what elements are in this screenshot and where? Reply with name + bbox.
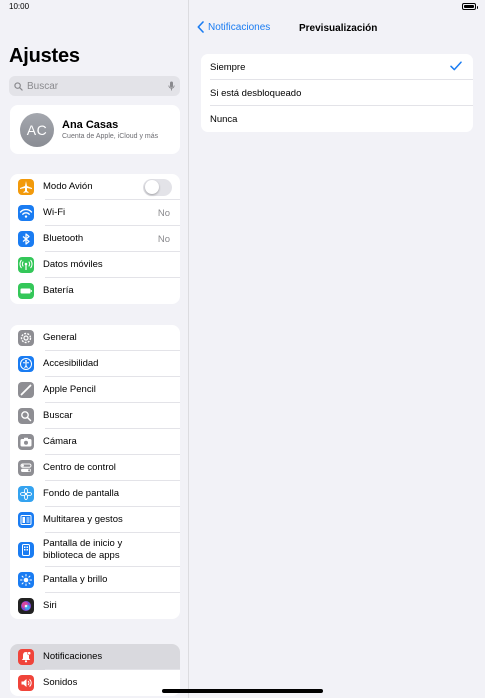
sidebar-item-bluetooth[interactable]: Bluetooth No xyxy=(10,226,180,252)
detail-pane: Notificaciones Previsualización Siempre S… xyxy=(190,0,485,698)
sidebar-item-datos-moviles[interactable]: Datos móviles xyxy=(10,252,180,278)
sidebar-item-siri[interactable]: Siri xyxy=(10,593,180,619)
antenna-icon xyxy=(18,257,34,273)
sidebar-item-multitarea-y-gestos[interactable]: Multitarea y gestos xyxy=(10,507,180,533)
sidebar-item-label: Pantalla y brillo xyxy=(43,574,108,585)
sun-icon xyxy=(18,572,34,588)
switches-icon xyxy=(18,460,34,476)
sidebar-item-label: Modo Avión xyxy=(43,181,93,192)
sidebar-item-label: Apple Pencil xyxy=(43,384,96,395)
sidebar-item-label: Pantalla de inicio y biblioteca de apps xyxy=(43,538,123,561)
search-icon xyxy=(14,81,23,91)
wifi-icon xyxy=(18,205,34,221)
option-nunca[interactable]: Nunca xyxy=(201,106,473,132)
battery-status-icon xyxy=(462,3,478,10)
sidebar-item-value: No xyxy=(157,207,170,219)
sidebar-item-label: Bluetooth xyxy=(43,233,84,244)
sidebar-item-buscar[interactable]: Buscar xyxy=(10,403,180,429)
home-screen-icon xyxy=(18,542,34,558)
profile-subtitle: Cuenta de Apple, iCloud y más xyxy=(62,133,159,140)
airplane-icon xyxy=(18,179,34,195)
status-time: 10:00 xyxy=(9,2,30,11)
bluetooth-icon xyxy=(18,231,34,247)
option-si-esta-desbloqueado[interactable]: Si está desbloqueado xyxy=(201,80,473,106)
battery-icon xyxy=(18,283,34,299)
search-icon xyxy=(18,408,34,424)
search-placeholder: Buscar xyxy=(27,80,59,92)
sidebar-item-label: Buscar xyxy=(43,410,73,421)
option-siempre[interactable]: Siempre xyxy=(201,54,473,80)
multitask-icon xyxy=(18,512,34,528)
search-field[interactable]: Buscar xyxy=(9,76,180,96)
sidebar-item-modo-avion[interactable]: Modo Avión xyxy=(10,174,180,200)
gear-icon xyxy=(18,330,34,346)
settings-group-general: General Accesibilidad Apple Pencil Buscar Cá… xyxy=(10,325,180,619)
nav-bar: Notificaciones Previsualización xyxy=(190,16,485,42)
sidebar-item-label: Multitarea y gestos xyxy=(43,514,123,525)
sidebar-item-label: General xyxy=(43,332,77,343)
avatar: AC xyxy=(20,112,54,147)
flower-icon xyxy=(18,486,34,502)
sidebar-item-accesibilidad[interactable]: Accesibilidad xyxy=(10,351,180,377)
profile-name: Ana Casas xyxy=(62,119,119,131)
sidebar-item-centro-de-control[interactable]: Centro de control xyxy=(10,455,180,481)
microphone-icon[interactable] xyxy=(168,81,175,91)
pencil-icon xyxy=(18,382,34,398)
option-label: Nunca xyxy=(210,113,238,125)
camera-icon xyxy=(18,434,34,450)
sidebar-item-label: Sonidos xyxy=(43,677,78,688)
speaker-icon xyxy=(18,675,34,691)
profile-card[interactable]: AC Ana Casas Cuenta de Apple, iCloud y m… xyxy=(10,105,180,154)
sidebar-item-sonidos[interactable]: Sonidos xyxy=(10,670,180,696)
sidebar-item-label: Siri xyxy=(43,600,57,611)
chevron-left-icon xyxy=(197,21,204,33)
back-button[interactable]: Notificaciones xyxy=(197,21,270,33)
sidebar-item-label: Batería xyxy=(43,285,74,296)
sidebar-item-label: Accesibilidad xyxy=(43,358,99,369)
sidebar-item-label: Notificaciones xyxy=(43,651,103,662)
sidebar-item-general[interactable]: General xyxy=(10,325,180,351)
sidebar-item-pantalla-y-brillo[interactable]: Pantalla y brillo xyxy=(10,567,180,593)
status-bar: 10:00 xyxy=(0,0,485,14)
sidebar-item-label: Wi-Fi xyxy=(43,207,66,218)
settings-group-notifications: Notificaciones Sonidos xyxy=(10,644,180,696)
sidebar-item-label: Datos móviles xyxy=(43,259,103,270)
sidebar-item-fondo-de-pantalla[interactable]: Fondo de pantalla xyxy=(10,481,180,507)
sidebar-item-value: No xyxy=(157,233,170,245)
preview-options-list: Siempre Si está desbloqueado Nunca xyxy=(201,54,473,132)
back-button-label: Notificaciones xyxy=(208,21,271,33)
checkmark-icon xyxy=(450,60,462,74)
settings-group-connectivity: Modo Avión Wi-Fi No Bluetooth No Datos móvile… xyxy=(10,174,180,304)
bell-icon xyxy=(18,649,34,665)
sidebar-item-label: Cámara xyxy=(43,436,77,447)
sidebar-item-apple-pencil[interactable]: Apple Pencil xyxy=(10,377,180,403)
siri-icon xyxy=(18,598,34,614)
accessibility-icon xyxy=(18,356,34,372)
page-title: Previsualización xyxy=(299,23,378,34)
option-label: Siempre xyxy=(210,61,246,73)
sidebar-item-label: Centro de control xyxy=(43,462,116,473)
sidebar-item-camara[interactable]: Cámara xyxy=(10,429,180,455)
sidebar-item-label: Fondo de pantalla xyxy=(43,488,120,499)
home-indicator[interactable] xyxy=(162,689,323,693)
sidebar-item-wi-fi[interactable]: Wi-Fi No xyxy=(10,200,180,226)
airplane-mode-toggle[interactable] xyxy=(143,178,172,196)
sidebar-title: Ajustes xyxy=(9,45,80,67)
sidebar-item-pantalla-de-inicio-y-biblioteca-de-apps[interactable]: Pantalla de inicio y biblioteca de apps xyxy=(10,533,180,567)
sidebar-item-notificaciones[interactable]: Notificaciones xyxy=(10,644,180,670)
option-label: Si está desbloqueado xyxy=(210,87,302,99)
sidebar: Ajustes Buscar AC Ana Casas Cuenta de Ap… xyxy=(0,0,189,698)
sidebar-item-bateria[interactable]: Batería xyxy=(10,278,180,304)
